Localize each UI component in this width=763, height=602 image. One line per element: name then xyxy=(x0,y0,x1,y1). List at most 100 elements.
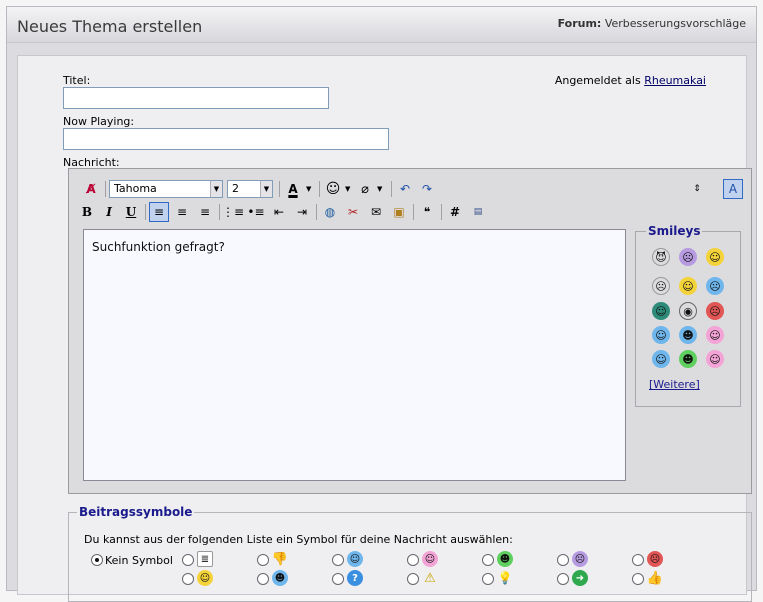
post-icon-radio[interactable] xyxy=(407,554,419,566)
post-icon-radio[interactable] xyxy=(557,573,569,585)
size-select-value: 2 xyxy=(232,182,239,195)
tongue-smiley-icon[interactable]: ☺ xyxy=(706,326,724,344)
post-icon-radio[interactable] xyxy=(557,554,569,566)
wrap-code-button[interactable]: # xyxy=(445,202,465,222)
chevron-down-icon[interactable]: ▼ xyxy=(345,185,350,193)
cool-smiley-icon[interactable]: ☺ xyxy=(652,302,670,320)
underline-button[interactable]: U xyxy=(121,202,141,222)
redo-icon[interactable]: ↷ xyxy=(417,179,437,199)
lightbulb-icon: 💡 xyxy=(497,571,513,585)
username-link[interactable]: Rheumakai xyxy=(644,74,706,87)
forum-label: Forum: xyxy=(557,17,602,30)
sad-smiley-icon[interactable]: ☹ xyxy=(679,248,697,266)
italic-button[interactable]: I xyxy=(99,202,119,222)
post-icon-radio[interactable] xyxy=(182,554,194,566)
page-title: Neues Thema erstellen xyxy=(17,17,203,36)
rich-text-editor: A̸ Tahoma ▼ 2 ▼ A ▼ ☺ ▼ ⌀ ▼ ↶ ↷ ⇕ A B I … xyxy=(68,168,752,494)
angry-smiley-icon[interactable]: ☹ xyxy=(652,277,670,295)
bold-button[interactable]: B xyxy=(77,202,97,222)
switch-editor-mode-icon[interactable]: A xyxy=(723,179,743,199)
toolbar-row-1: A̸ Tahoma ▼ 2 ▼ A ▼ ☺ ▼ ⌀ ▼ ↶ ↷ ⇕ A xyxy=(75,179,745,201)
post-icon-radio[interactable] xyxy=(182,573,194,585)
toolbar-row-2: B I U ≡ ≡ ≡ ⋮≡ •≡ ⇤ ⇥ ◍ ✂ ✉ ▣ ❝ # ▤ xyxy=(75,202,745,224)
post-icons-help: Du kannst aus der folgenden Liste ein Sy… xyxy=(84,533,513,546)
insert-quote-icon[interactable]: ❝ xyxy=(417,202,437,222)
chevron-down-icon: ▼ xyxy=(210,181,222,197)
sad-purple-icon: ☹ xyxy=(572,551,588,567)
wink-smiley-icon[interactable]: ☺ xyxy=(652,350,670,368)
post-icon-radio[interactable] xyxy=(482,554,494,566)
smile-icon[interactable]: ☺ xyxy=(679,277,697,295)
align-center-icon[interactable]: ≡ xyxy=(172,202,192,222)
document-icon: ≣ xyxy=(197,551,213,567)
pink-smiley-icon: ☺ xyxy=(422,551,438,567)
content-panel: Titel: Angemeldet als Rheumakai Now Play… xyxy=(17,55,752,602)
chevron-down-icon: ▼ xyxy=(260,181,272,197)
toolbar-separator xyxy=(219,204,220,220)
toolbar-separator xyxy=(145,204,146,220)
sunglasses-smiley-icon[interactable]: ☻ xyxy=(679,326,697,344)
attachment-icon[interactable]: ⌀ xyxy=(355,179,375,199)
title-label: Titel: xyxy=(63,74,91,87)
message-textarea[interactable]: Suchfunktion gefragt? xyxy=(83,229,626,481)
align-right-icon[interactable]: ≡ xyxy=(195,202,215,222)
smileys-panel: Smileys 😈 ☹ ☺ ☹ ☺ ☹ ☺ ◉ ☹ ☺ ☻ ☺ ☺ ☻ ☺ [W… xyxy=(635,224,741,407)
insert-link-icon[interactable]: ◍ xyxy=(320,202,340,222)
font-select[interactable]: Tahoma ▼ xyxy=(109,180,223,198)
post-icon-radio[interactable] xyxy=(332,573,344,585)
thumbs-up-icon: 👍 xyxy=(646,570,664,586)
unordered-list-icon[interactable]: •≡ xyxy=(246,202,266,222)
logged-in-prefix: Angemeldet als xyxy=(554,74,641,87)
text-color-icon[interactable]: A xyxy=(283,179,303,199)
page-header: Neues Thema erstellen Forum: Verbesserun… xyxy=(7,7,756,43)
chevron-down-icon[interactable]: ▼ xyxy=(306,185,311,193)
warning-icon: ⚠ xyxy=(424,570,436,586)
font-select-value: Tahoma xyxy=(114,182,157,195)
laugh-smiley-icon[interactable]: ☺ xyxy=(706,350,724,368)
thumbs-down-icon: 👎 xyxy=(271,551,289,567)
post-icons-fieldset: Beitragssymbole Du kannst aus der folgen… xyxy=(68,505,752,602)
post-icon-radio[interactable] xyxy=(632,573,644,585)
mad-smiley-icon[interactable]: ☹ xyxy=(706,302,724,320)
insert-email-icon[interactable]: ✉ xyxy=(366,202,386,222)
sunglasses-icon: ☻ xyxy=(272,570,288,586)
insert-image-icon[interactable]: ▣ xyxy=(389,202,409,222)
toolbar-separator xyxy=(391,181,392,197)
post-icon-radio[interactable] xyxy=(632,554,644,566)
post-icon-none-radio[interactable] xyxy=(91,554,103,566)
more-smileys-link[interactable]: [Weitere] xyxy=(649,378,700,391)
toolbar-separator xyxy=(413,204,414,220)
post-icon-radio[interactable] xyxy=(332,554,344,566)
forum-name: Verbesserungsvorschläge xyxy=(604,17,746,30)
shocked-smiley-icon[interactable]: ◉ xyxy=(679,302,697,320)
now-playing-input[interactable] xyxy=(63,128,389,150)
resize-editor-icon[interactable]: ⇕ xyxy=(687,179,707,199)
smiley-insert-icon[interactable]: ☺ xyxy=(323,179,343,199)
mad-red-icon: ☹ xyxy=(647,551,663,567)
post-icon-radio[interactable] xyxy=(407,573,419,585)
post-icons-legend: Beitragssymbole xyxy=(77,505,195,519)
forum-info: Forum: Verbesserungsvorschläge xyxy=(558,17,746,30)
toolbar-separator xyxy=(279,181,280,197)
happy-smiley-icon[interactable]: ☺ xyxy=(652,326,670,344)
evil-smiley-icon[interactable]: 😈 xyxy=(652,248,670,266)
grin-green-icon: ☻ xyxy=(497,551,513,567)
title-input[interactable] xyxy=(63,87,329,109)
happy-blue-icon: ☺ xyxy=(347,551,363,567)
confused-smiley-icon[interactable]: ☹ xyxy=(706,277,724,295)
size-select[interactable]: 2 ▼ xyxy=(227,180,273,198)
outdent-icon[interactable]: ⇤ xyxy=(269,202,289,222)
post-icon-radio[interactable] xyxy=(482,573,494,585)
undo-icon[interactable]: ↶ xyxy=(395,179,415,199)
chevron-down-icon[interactable]: ▼ xyxy=(377,185,382,193)
remove-link-icon[interactable]: ✂ xyxy=(343,202,363,222)
post-icon-radio[interactable] xyxy=(257,554,269,566)
wrap-php-icon[interactable]: ▤ xyxy=(468,202,488,222)
post-icon-radio[interactable] xyxy=(257,573,269,585)
remove-format-icon[interactable]: A̸ xyxy=(81,179,101,199)
ordered-list-icon[interactable]: ⋮≡ xyxy=(222,202,244,222)
indent-icon[interactable]: ⇥ xyxy=(292,202,312,222)
grin-smiley-icon[interactable]: ☻ xyxy=(679,350,697,368)
thumbs-up-smiley-icon[interactable]: ☺ xyxy=(706,248,724,266)
align-left-icon[interactable]: ≡ xyxy=(149,202,169,222)
